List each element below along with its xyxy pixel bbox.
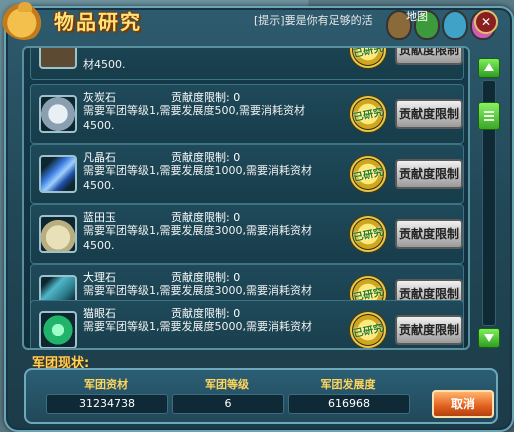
- map-label: 地图: [406, 10, 428, 23]
- list-item: 蓝田玉 贡献度限制: 0 需要军团等级1,需要发展度3000,需要消耗资材450…: [30, 204, 464, 264]
- item-icon: [39, 215, 77, 253]
- item-icon: [39, 311, 77, 348]
- list-item: 材4500. 已研究 贡献度限制: [30, 46, 464, 80]
- hint-text: [提示]要是你有足够的活: [254, 14, 373, 27]
- stat-header: 军团等级: [205, 378, 249, 391]
- badge-text: 已研究: [352, 106, 385, 124]
- item-requirement: 材4500.: [83, 58, 126, 71]
- item-requirement: 需要军团等级1,需要发展度3000,需要消耗资材4500.: [83, 224, 312, 252]
- badge-text: 已研究: [352, 322, 385, 340]
- contribution-limit-button[interactable]: 贡献度限制: [395, 99, 463, 129]
- contribution-limit-button[interactable]: 贡献度限制: [395, 219, 463, 249]
- cancel-button[interactable]: 取消: [432, 390, 494, 418]
- item-requirement: 需要军团等级1,需要发展度5000,需要消耗资材: [83, 320, 312, 333]
- contribution-limit-button[interactable]: 贡献度限制: [395, 159, 463, 189]
- badge-text: 已研究: [352, 166, 385, 184]
- scroll-down-button[interactable]: [478, 328, 500, 348]
- legion-status-box: 军团资材 军团等级 军团发展度 31234738 6 616968: [24, 368, 498, 424]
- item-requirement: 需要军团等级1,需要发展度500,需要消耗资材4500.: [83, 104, 305, 132]
- legion-level-value: 6: [172, 394, 284, 414]
- bag-knot: [18, 2, 32, 12]
- item-list: 材4500. 已研究 贡献度限制 灰炭石 贡献度限制: 0 需要军团等级1,需要…: [22, 46, 470, 350]
- contribution-limit-button[interactable]: 贡献度限制: [395, 48, 463, 65]
- list-item: 猫眼石 贡献度限制: 0 需要军团等级1,需要发展度5000,需要消耗资材 已研…: [30, 300, 464, 348]
- item-requirement: 需要军团等级1,需要发展度1000,需要消耗资材4500.: [83, 164, 312, 192]
- researched-badge: 已研究: [349, 155, 387, 193]
- close-button[interactable]: ✕: [474, 10, 498, 34]
- list-item: 凡晶石 贡献度限制: 0 需要军团等级1,需要发展度1000,需要消耗资材450…: [30, 144, 464, 204]
- item-icon: [39, 48, 77, 69]
- bag-icon: [2, 2, 46, 40]
- stat-header: 军团发展度: [320, 378, 376, 391]
- title-bar: 物品研究 [提示]要是你有足够的活 地图 ✕: [0, 0, 514, 44]
- item-icon: [39, 155, 77, 193]
- grip-icon: [484, 111, 494, 121]
- window-title: 物品研究: [54, 10, 142, 34]
- arrow-down-icon: [484, 334, 494, 342]
- contribution-limit-button[interactable]: 贡献度限制: [395, 315, 463, 345]
- legion-resources-value: 31234738: [46, 394, 168, 414]
- legion-development-value: 616968: [288, 394, 410, 414]
- scrollbar-thumb[interactable]: [478, 102, 500, 130]
- list-item: 灰炭石 贡献度限制: 0 需要军团等级1,需要发展度500,需要消耗资材4500…: [30, 84, 464, 144]
- potion-icon[interactable]: [442, 10, 468, 40]
- researched-badge: 已研究: [349, 311, 387, 348]
- researched-badge: 已研究: [349, 215, 387, 253]
- researched-badge: 已研究: [349, 95, 387, 133]
- scroll-up-button[interactable]: [478, 58, 500, 78]
- arrow-up-icon: [484, 63, 494, 71]
- researched-badge: 已研究: [349, 46, 387, 69]
- item-icon: [39, 95, 77, 133]
- badge-text: 已研究: [352, 226, 385, 244]
- badge-text: 已研究: [352, 46, 385, 60]
- stat-header: 军团资材: [84, 378, 128, 391]
